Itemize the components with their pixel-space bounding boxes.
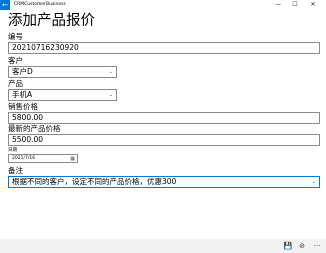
chevron-down-icon: ⌄ [108,92,113,98]
customer-value: 客户D [12,67,33,76]
back-button[interactable]: ← [0,0,10,10]
app-window: ← CRMCustomerBusiness — ☐ ✕ 添加产品报价 编号 20… [0,0,326,253]
price-field[interactable]: 5800.00 [8,112,320,124]
save-icon[interactable]: 💾 [283,241,293,251]
maximize-button[interactable]: ☐ [288,0,302,10]
more-button[interactable]: ··· [312,241,322,251]
product-value: 手机A [12,90,33,99]
latest-price-field[interactable]: 5500.00 [8,134,320,146]
price-value: 5800.00 [12,113,44,122]
command-bar: 💾 ⊘ ··· [0,239,326,253]
price-label: 销售价格 [8,102,38,111]
chevron-down-icon: ⌄ [311,179,316,185]
customer-label: 客户 [8,56,23,65]
close-button[interactable]: ✕ [306,0,320,10]
calendar-icon: ▦ [70,156,75,162]
title-bar: ← CRMCustomerBusiness — ☐ ✕ [0,0,326,10]
remark-value: 根据不同的客户，设定不同的产品价格，优惠300 [12,177,177,186]
remark-combobox[interactable]: 根据不同的客户，设定不同的产品价格，优惠300 ⌄ [8,176,320,188]
number-field[interactable]: 20210716230920 [8,42,320,54]
latest-price-value: 5500.00 [12,135,44,144]
app-title: CRMCustomerBusiness [14,2,66,7]
chevron-down-icon: ⌄ [108,69,113,75]
number-label: 编号 [8,32,23,41]
date-value: 2021/7/16 [12,156,36,161]
minimize-button[interactable]: — [271,0,285,10]
page-title: 添加产品报价 [8,13,95,29]
product-combobox[interactable]: 手机A ⌄ [8,89,117,101]
number-value: 20210716230920 [12,43,79,52]
customer-combobox[interactable]: 客户D ⌄ [8,66,117,78]
date-picker[interactable]: 2021/7/16 ▦ [8,154,78,163]
latest-price-label: 最新的产品价格 [8,124,61,133]
cancel-icon[interactable]: ⊘ [297,241,307,251]
product-label: 产品 [8,79,23,88]
remark-label: 备注 [8,166,23,175]
